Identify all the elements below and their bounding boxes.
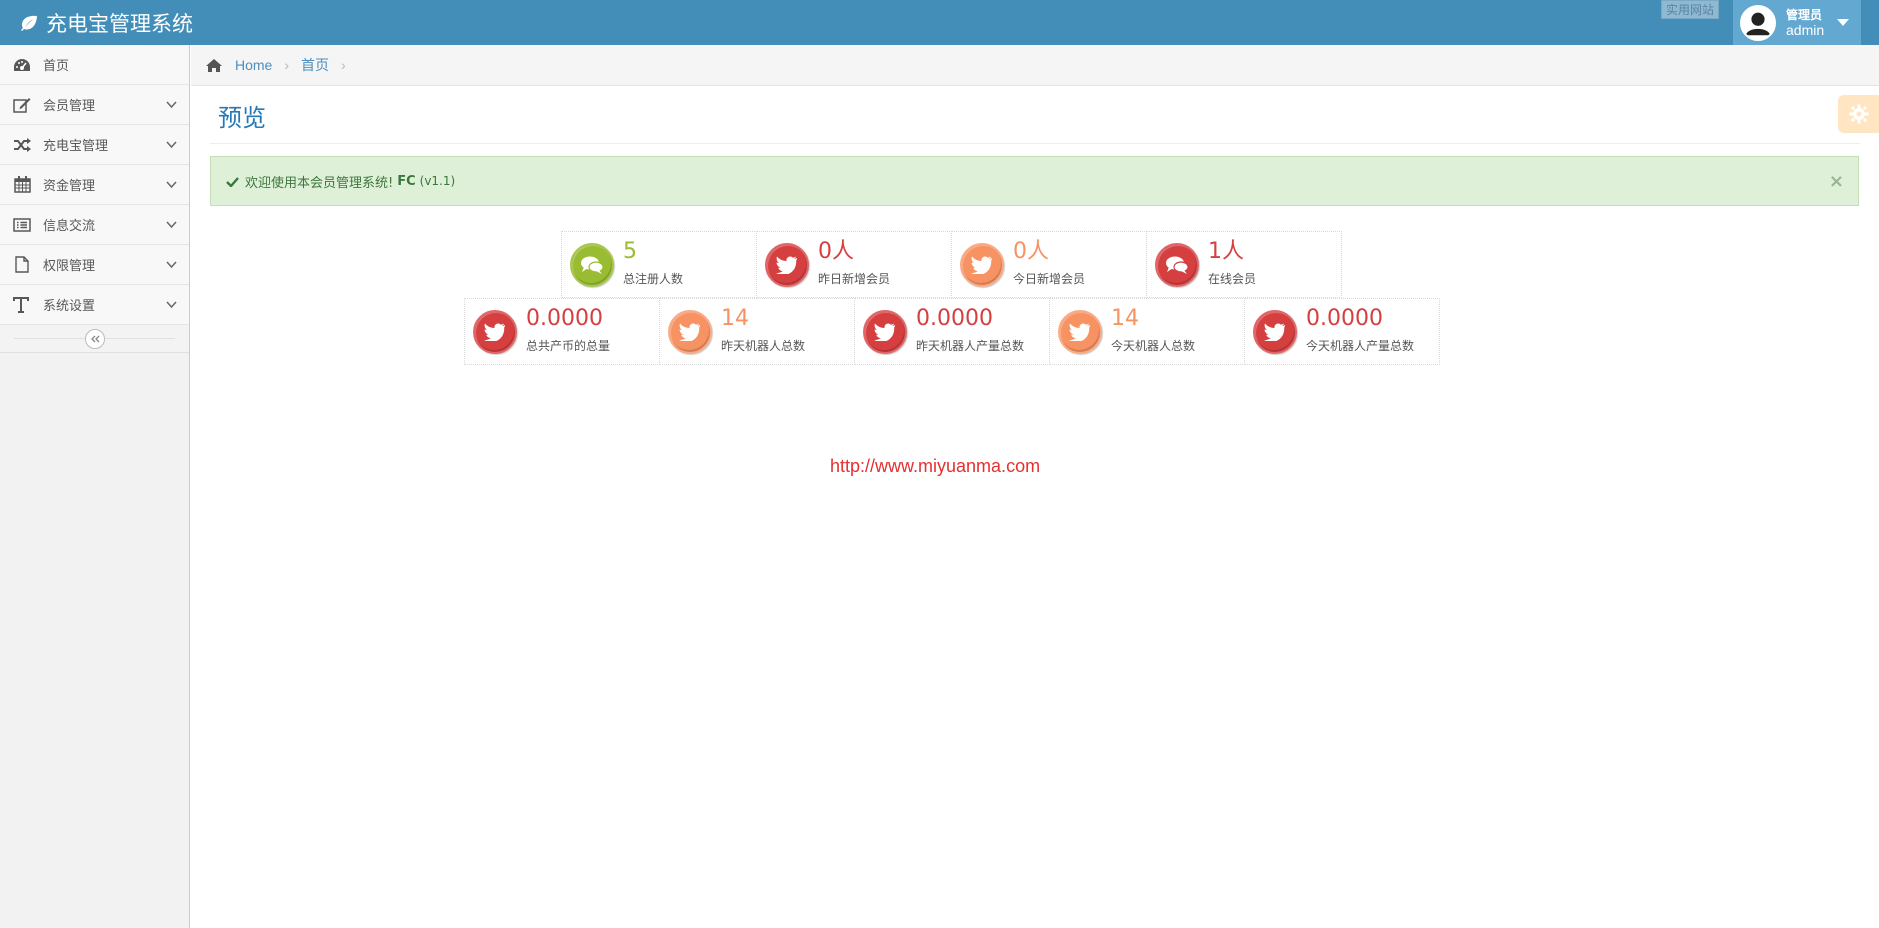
- text-height-icon: [12, 296, 32, 314]
- divider: [210, 143, 1860, 144]
- brand[interactable]: 充电宝管理系统: [20, 8, 193, 38]
- breadcrumb-separator: ›: [284, 57, 290, 73]
- stat-value: 0.0000: [526, 306, 603, 331]
- alert-brand: FC: [397, 173, 416, 189]
- calendar-icon: [12, 176, 32, 194]
- infobox-today-new: 0人 今日新增会员: [951, 231, 1147, 298]
- twitter-icon: [473, 310, 517, 354]
- stat-label: 昨天机器人总数: [721, 339, 806, 353]
- infobox-yesterday-new: 0人 昨日新增会员: [756, 231, 952, 298]
- user-menu[interactable]: 管理员 admin: [1733, 0, 1861, 45]
- stat-label: 总共产币的总量: [526, 339, 611, 353]
- user-role: 管理员: [1786, 7, 1823, 22]
- stat-value: 1人: [1208, 239, 1244, 264]
- app-title: 充电宝管理系统: [46, 12, 193, 36]
- double-chevron-left-icon: [91, 335, 100, 343]
- twitter-icon: [1253, 310, 1297, 354]
- dashboard-icon: [12, 56, 32, 74]
- breadcrumb-separator: ›: [341, 57, 346, 73]
- sidebar-collapse-button[interactable]: [85, 329, 105, 349]
- sidebar-item-members[interactable]: 会员管理: [0, 85, 189, 125]
- stat-label: 在线会员: [1208, 272, 1257, 286]
- stat-value: 14: [721, 306, 749, 331]
- infobox-yesterday-robots: 14 昨天机器人总数: [659, 298, 855, 365]
- breadcrumb: Home › 首页 ›: [191, 45, 1879, 86]
- sidebar-item-label: 系统设置: [43, 299, 96, 314]
- twitter-icon: [1058, 310, 1102, 354]
- sidebar-item-settings[interactable]: 系统设置: [0, 285, 189, 325]
- sidebar-item-label: 充电宝管理: [43, 139, 109, 154]
- twitter-icon: [668, 310, 712, 354]
- leaf-icon: [20, 15, 38, 31]
- chevron-down-icon: [166, 258, 177, 273]
- twitter-icon: [765, 243, 809, 287]
- sidebar-item-permissions[interactable]: 权限管理: [0, 245, 189, 285]
- breadcrumb-home[interactable]: Home: [235, 57, 272, 73]
- user-icon: [1742, 6, 1774, 39]
- stat-value: 0.0000: [916, 306, 993, 331]
- sidebar-item-label: 信息交流: [43, 219, 96, 234]
- stat-value: 0.0000: [1306, 306, 1383, 331]
- close-icon[interactable]: ×: [1829, 171, 1844, 192]
- infobox-yesterday-robot-output: 0.0000 昨天机器人产量总数: [854, 298, 1050, 365]
- check-icon: [226, 176, 239, 187]
- sidebar-item-home[interactable]: 首页: [0, 45, 189, 85]
- stat-value: 0人: [1013, 239, 1049, 264]
- stat-label: 总注册人数: [623, 272, 684, 286]
- stat-label: 今天机器人总数: [1111, 339, 1196, 353]
- settings-toggle-button[interactable]: [1838, 95, 1879, 133]
- comments-icon: [570, 243, 614, 287]
- infobox-total-registered: 5 总注册人数: [561, 231, 757, 298]
- sidebar-item-label: 资金管理: [43, 179, 96, 194]
- stat-value: 0人: [818, 239, 854, 264]
- alert-version: (v1.1): [419, 174, 456, 188]
- watermark-url: http://www.miyuanma.com: [830, 456, 1041, 476]
- stat-value: 14: [1111, 306, 1139, 331]
- list-alt-icon: [12, 216, 32, 234]
- sidebar: 首页 会员管理 充电宝管理 资金管理 信息交流 权限管理 系统设置: [0, 45, 190, 928]
- stat-label: 今天机器人产量总数: [1306, 339, 1415, 353]
- chevron-down-icon: [166, 98, 177, 113]
- infobox-total-coins: 0.0000 总共产币的总量: [464, 298, 660, 365]
- file-icon: [12, 256, 32, 274]
- sidebar-item-messages[interactable]: 信息交流: [0, 205, 189, 245]
- avatar: [1740, 4, 1776, 41]
- top-navbar: 充电宝管理系统 实用网站 管理员 admin: [0, 0, 1879, 45]
- sidebar-item-label: 会员管理: [43, 99, 96, 114]
- twitter-icon: [960, 243, 1004, 287]
- chevron-down-icon: [166, 298, 177, 313]
- page-title: 预览: [218, 104, 266, 132]
- caret-down-icon[interactable]: [1837, 19, 1849, 26]
- edit-icon: [12, 96, 32, 114]
- sidebar-item-funds[interactable]: 资金管理: [0, 165, 189, 205]
- useful-sites-button[interactable]: 实用网站: [1661, 0, 1719, 19]
- infobox-today-robots: 14 今天机器人总数: [1049, 298, 1245, 365]
- chevron-down-icon: [166, 138, 177, 153]
- sidebar-collapse-bar: [0, 325, 189, 353]
- stat-value: 5: [623, 239, 637, 264]
- chevron-down-icon: [166, 218, 177, 233]
- gear-icon: [1849, 104, 1868, 124]
- welcome-alert: 欢迎使用本会员管理系统! FC (v1.1) ×: [210, 156, 1859, 206]
- stat-label: 今日新增会员: [1013, 272, 1086, 286]
- user-name: admin: [1786, 21, 1825, 38]
- sidebar-item-label: 权限管理: [43, 259, 96, 274]
- stat-label: 昨日新增会员: [818, 272, 891, 286]
- chevron-down-icon: [166, 178, 177, 193]
- breadcrumb-current[interactable]: 首页: [301, 55, 329, 75]
- stat-label: 昨天机器人产量总数: [916, 339, 1025, 353]
- sidebar-item-label: 首页: [43, 59, 70, 74]
- comments-icon: [1155, 243, 1199, 287]
- home-icon: [205, 58, 223, 73]
- infobox-online-members: 1人 在线会员: [1146, 231, 1342, 298]
- infobox-today-robot-output: 0.0000 今天机器人产量总数: [1244, 298, 1440, 365]
- alert-message: 欢迎使用本会员管理系统!: [245, 175, 394, 191]
- sidebar-item-powerbank[interactable]: 充电宝管理: [0, 125, 189, 165]
- shuffle-icon: [12, 136, 32, 154]
- twitter-icon: [863, 310, 907, 354]
